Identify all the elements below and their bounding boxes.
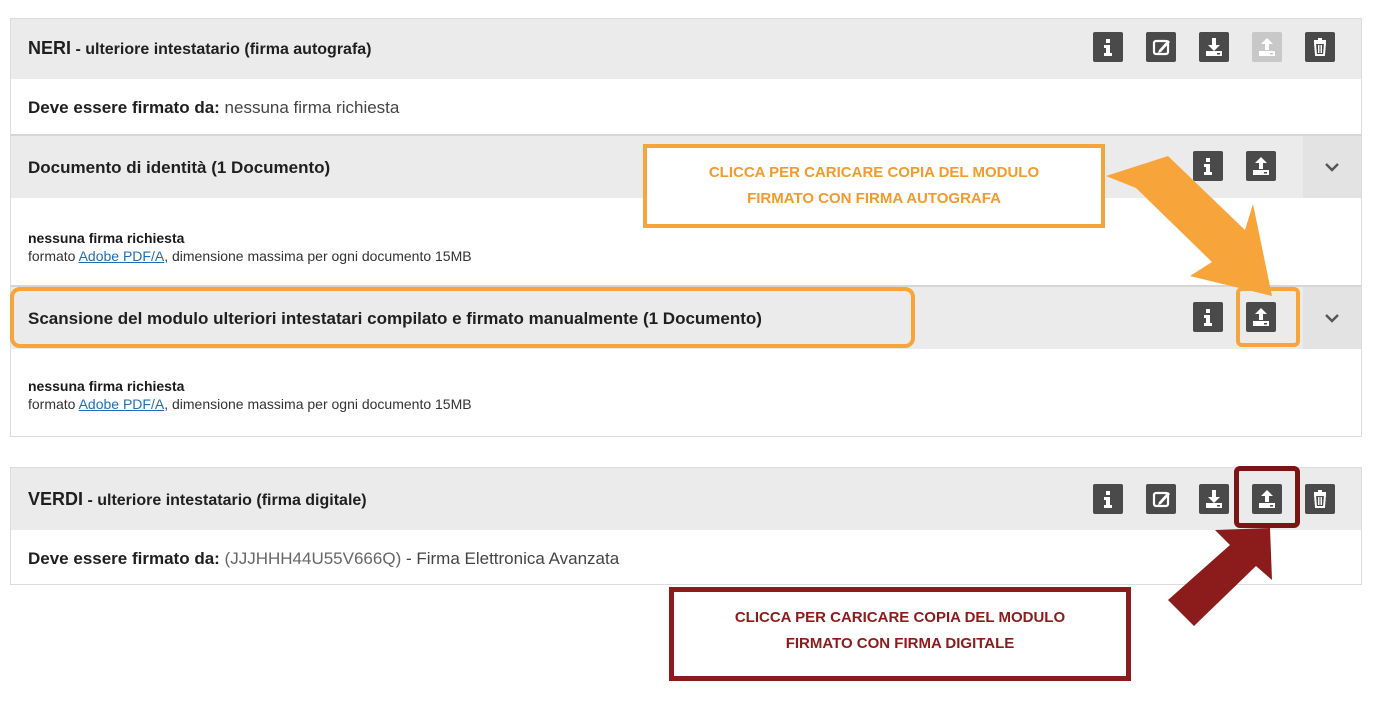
download-button[interactable] [1199, 484, 1229, 514]
highlight-scan-section [10, 287, 915, 348]
info-button[interactable] [1193, 302, 1223, 332]
document-requirements: nessuna firma richiesta formato Adobe PD… [28, 378, 472, 412]
trash-icon [1313, 490, 1327, 508]
info-button[interactable] [1193, 151, 1223, 181]
chevron-down-icon [1325, 314, 1339, 323]
download-icon [1206, 38, 1222, 56]
upload-button-disabled [1252, 32, 1282, 62]
signer-fiscal-code: (JJJHHH44U55V666Q) [219, 549, 402, 568]
holder-surname: VERDI [28, 489, 84, 509]
highlight-upload-verdi [1234, 466, 1300, 528]
holder-role: - ulteriore intestatario (firma digitale… [83, 492, 367, 509]
callout-line: CLICCA PER CARICARE COPIA DEL MODULO [708, 164, 1040, 181]
callout-line: FIRMATO CON FIRMA DIGITALE [785, 635, 1015, 652]
format-note: formato Adobe PDF/A, dimensione massima … [28, 396, 472, 412]
format-prefix: formato [28, 396, 79, 412]
delete-button[interactable] [1305, 484, 1335, 514]
format-note: formato Adobe PDF/A, dimensione massima … [28, 248, 472, 264]
trash-icon [1313, 38, 1327, 56]
signed-by-value: nessuna firma richiesta [219, 98, 400, 117]
edit-button[interactable] [1146, 484, 1176, 514]
holder-title: VERDI - ulteriore intestatario (firma di… [28, 489, 367, 510]
format-prefix: formato [28, 248, 79, 264]
signed-by-label: Deve essere firmato da: [28, 549, 220, 568]
expand-toggle[interactable] [1303, 287, 1361, 349]
upload-icon [1253, 157, 1269, 175]
format-link[interactable]: Adobe PDF/A [79, 248, 165, 264]
callout-line: CLICCA PER CARICARE COPIA DEL MODULO [734, 609, 1066, 626]
format-suffix: , dimensione massima per ogni documento … [164, 248, 472, 264]
holder-role: - ulteriore intestatario (firma autograf… [71, 41, 372, 58]
expand-toggle[interactable] [1303, 136, 1361, 198]
edit-button[interactable] [1146, 32, 1176, 62]
info-icon [1204, 158, 1212, 175]
holder-title: NERI - ulteriore intestatario (firma aut… [28, 38, 372, 59]
info-button[interactable] [1093, 484, 1123, 514]
holder-card-verdi: VERDI - ulteriore intestatario (firma di… [10, 467, 1362, 585]
signed-by-label: Deve essere firmato da: [28, 98, 220, 117]
section-title: Documento di identità (1 Documento) [28, 158, 331, 177]
edit-icon [1152, 491, 1170, 508]
callout-line: FIRMATO CON FIRMA AUTOGRAFA [747, 190, 1001, 207]
highlight-upload-scan [1236, 287, 1300, 347]
signed-by-row: Deve essere firmato da: (JJJHHH44U55V666… [28, 549, 619, 569]
format-link[interactable]: Adobe PDF/A [79, 396, 165, 412]
info-icon [1104, 39, 1112, 56]
holder-header-neri: NERI - ulteriore intestatario (firma aut… [11, 19, 1361, 79]
callout-upload-autograph: CLICCA PER CARICARE COPIA DEL MODULO FIR… [643, 144, 1105, 228]
info-button[interactable] [1093, 32, 1123, 62]
holder-surname: NERI [28, 38, 72, 58]
info-icon [1204, 309, 1212, 326]
signed-by-row: Deve essere firmato da: nessuna firma ri… [28, 98, 399, 118]
download-button[interactable] [1199, 32, 1229, 62]
download-icon [1206, 490, 1222, 508]
delete-button[interactable] [1305, 32, 1335, 62]
holder-header-verdi: VERDI - ulteriore intestatario (firma di… [11, 468, 1361, 530]
signed-by-value: - Firma Elettronica Avanzata [401, 549, 620, 568]
signature-requirement: nessuna firma richiesta [28, 378, 185, 394]
info-icon [1104, 491, 1112, 508]
upload-icon [1259, 38, 1275, 56]
edit-icon [1152, 39, 1170, 56]
callout-upload-digital: CLICCA PER CARICARE COPIA DEL MODULO FIR… [669, 587, 1131, 681]
upload-button[interactable] [1246, 151, 1276, 181]
chevron-down-icon [1325, 163, 1339, 172]
signature-requirement: nessuna firma richiesta [28, 230, 185, 246]
document-requirements: nessuna firma richiesta formato Adobe PD… [28, 230, 472, 264]
format-suffix: , dimensione massima per ogni documento … [164, 396, 472, 412]
